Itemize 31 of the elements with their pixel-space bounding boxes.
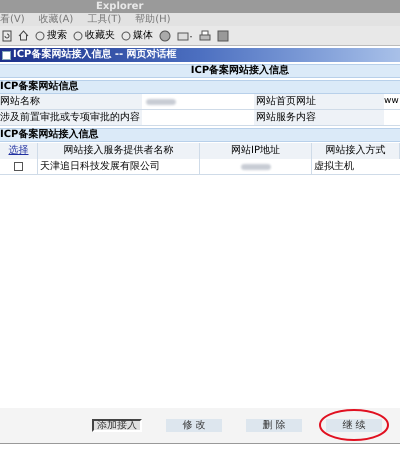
action-button[interactable]: 删 除 xyxy=(246,419,302,432)
section-title: ICP备案网站信息 xyxy=(0,82,78,92)
field-label: 涉及前置审批或专项审批的内容 xyxy=(0,110,142,125)
toolbar-button[interactable]: 媒体 xyxy=(121,30,153,40)
toolbar-icon xyxy=(121,30,131,40)
toolbar-button[interactable]: 收藏夹 xyxy=(73,30,115,40)
window-title: Explorer xyxy=(96,2,144,12)
refresh-icon[interactable] xyxy=(2,30,12,42)
action-button[interactable]: 添加接入 xyxy=(92,419,142,432)
select-link[interactable]: 选择 xyxy=(8,146,28,156)
action-button[interactable]: 继 续 xyxy=(326,419,382,432)
home-icon[interactable] xyxy=(18,30,29,41)
toolbar-button[interactable]: 搜索 xyxy=(35,30,67,40)
field-label: 网站服务内容 xyxy=(254,110,384,125)
field-label: 网站首页网址 xyxy=(254,94,384,109)
action-button[interactable]: 修 改 xyxy=(166,419,222,432)
header-cell: 网站接入方式 xyxy=(312,143,400,159)
section-title: ICP备案网站接入信息 xyxy=(0,130,98,140)
printer-icon[interactable] xyxy=(199,30,211,42)
table-cell-text: 虚拟主机 xyxy=(313,160,355,174)
header-cell: 网站接入服务提供者名称 xyxy=(38,143,200,159)
row-checkbox[interactable] xyxy=(14,162,23,171)
field-value: ww xyxy=(384,95,400,108)
toolbar-icon xyxy=(35,30,45,40)
page-icon xyxy=(2,50,11,60)
field-label: 网站名称 xyxy=(0,94,142,109)
header-cell: 网站IP地址 xyxy=(200,143,312,159)
toolbar-icon xyxy=(73,30,83,40)
form-heading: ICP备案网站接入信息 xyxy=(190,66,290,76)
dialog-title: ICP备案网站接入信息 -- 网页对话框 xyxy=(13,50,177,60)
table-cell: 天津追日科技发展有限公司 xyxy=(38,159,200,174)
